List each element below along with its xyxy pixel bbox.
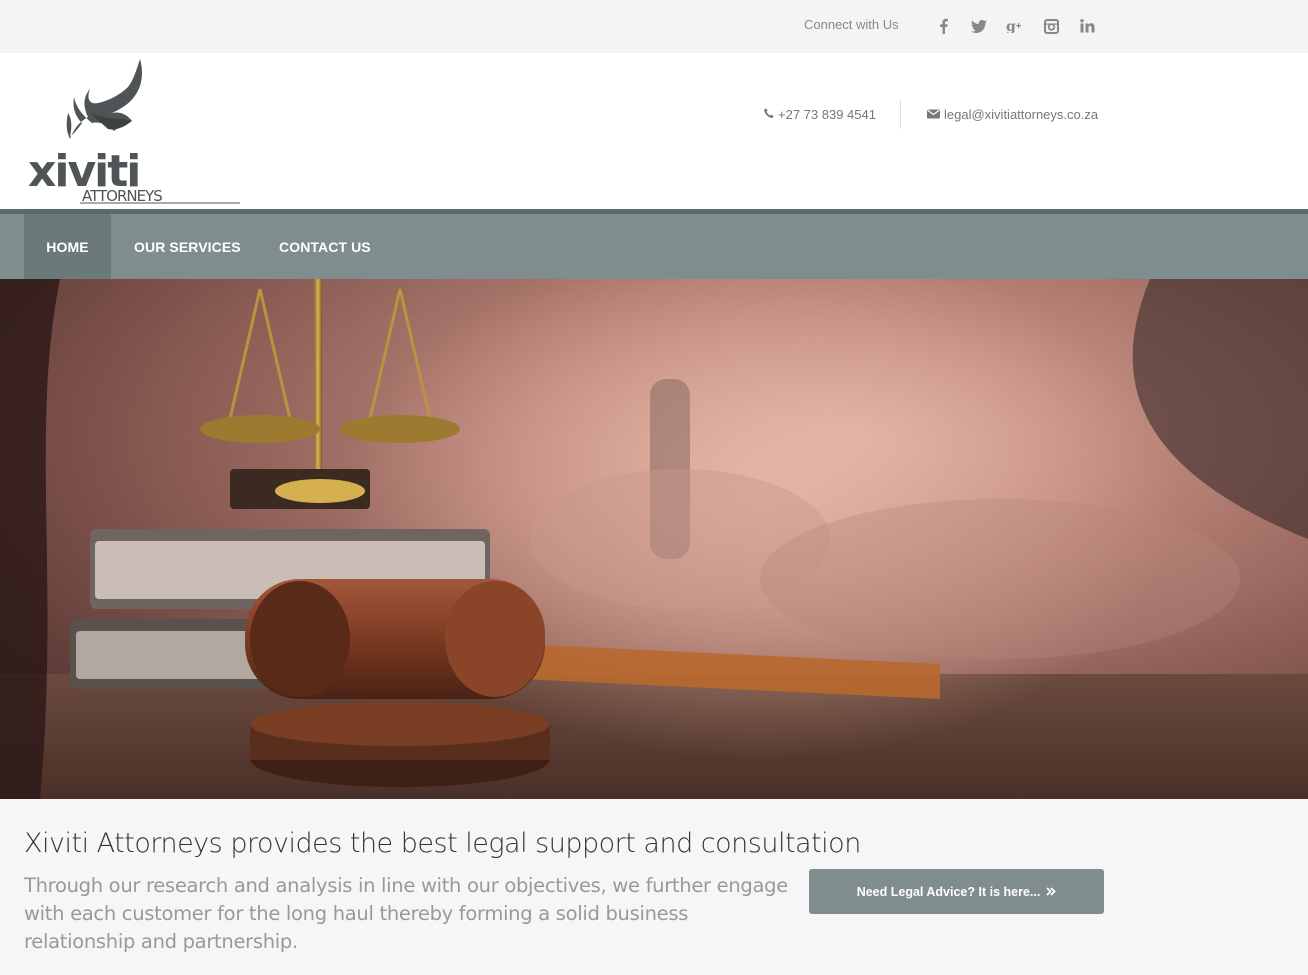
- phone-icon: [764, 107, 774, 122]
- phone-number: +27 73 839 4541: [778, 107, 876, 122]
- legal-advice-button[interactable]: Need Legal Advice? It is here...: [809, 869, 1104, 914]
- linkedin-icon[interactable]: [1077, 14, 1099, 38]
- double-chevron-right-icon: [1046, 885, 1057, 899]
- nav-item-home[interactable]: HOME: [24, 214, 111, 279]
- facebook-icon[interactable]: [932, 14, 954, 38]
- logo-subtext: ATTORNEYS: [82, 187, 162, 205]
- top-bar: Connect with Us g: [0, 0, 1308, 53]
- twitter-icon[interactable]: [968, 14, 990, 38]
- svg-text:g: g: [1006, 19, 1016, 33]
- page-headline: Xiviti Attorneys provides the best legal…: [24, 828, 861, 859]
- site-header: xiviti ATTORNEYS +27 73 839 4541 legal@x…: [0, 53, 1308, 209]
- instagram-icon[interactable]: [1040, 14, 1062, 38]
- connect-label: Connect with Us: [804, 17, 899, 32]
- header-phone[interactable]: +27 73 839 4541: [764, 107, 876, 122]
- header-email[interactable]: legal@xivitiattorneys.co.za: [927, 107, 1098, 122]
- email-address: legal@xivitiattorneys.co.za: [944, 107, 1099, 122]
- google-plus-icon[interactable]: g: [1004, 14, 1026, 38]
- intro-paragraph: Through our research and analysis in lin…: [24, 874, 788, 953]
- nav-item-contact-us[interactable]: CONTACT US: [279, 214, 371, 279]
- contact-divider: [900, 100, 901, 129]
- legal-advice-button-label: Need Legal Advice? It is here...: [856, 884, 1041, 899]
- main-nav: HOME OUR SERVICES CONTACT US: [0, 209, 1308, 279]
- envelope-icon: [927, 107, 940, 122]
- site-logo[interactable]: xiviti ATTORNEYS: [28, 57, 242, 207]
- hero-image: [0, 279, 1308, 799]
- nav-item-our-services[interactable]: OUR SERVICES: [134, 214, 241, 279]
